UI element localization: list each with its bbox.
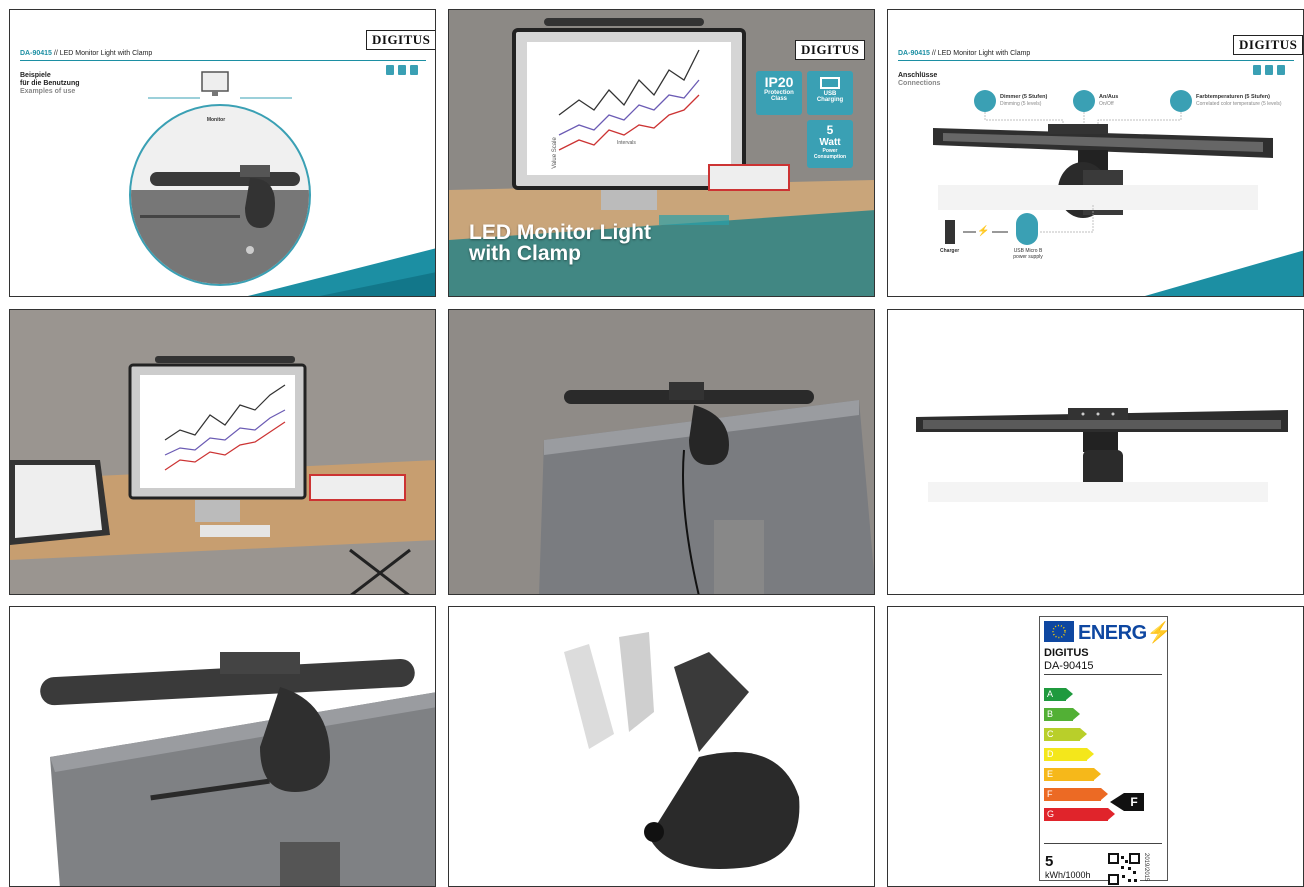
lightning-icon: ⚡ — [1146, 622, 1172, 644]
energy-class-bar: B — [1044, 708, 1073, 721]
front-view-image — [916, 408, 1288, 502]
qr-code-icon — [1108, 853, 1140, 885]
connections-panel: DIGITUS DA-90415 // LED Monitor Light wi… — [887, 9, 1304, 297]
hero-title: LED Monitor Light with Clamp — [469, 222, 651, 264]
chart-ylabel: Value Scale — [551, 137, 558, 169]
feature-line2: Charging — [816, 97, 844, 103]
energy-class-arrow — [1094, 768, 1101, 780]
usb-label-2: power supply — [1013, 254, 1043, 260]
kwh-unit: kWh/1000h — [1045, 870, 1091, 880]
desk-scene-photo — [9, 309, 436, 595]
energy-rating: F — [1124, 793, 1144, 811]
hinge-motion-photo — [448, 606, 875, 887]
feature-big: IP20 — [764, 74, 794, 90]
regulation-number: 2019/2015 — [1143, 853, 1149, 882]
ip20-feature: IP20 Protection Class — [756, 71, 802, 115]
eu-stars-icon — [1052, 624, 1066, 639]
examples-of-use-panel: DIGITUS DA-90415 // LED Monitor Light wi… — [9, 9, 436, 297]
label-divider — [1044, 843, 1162, 844]
power-feature: 5 Watt Power Consumption — [807, 120, 853, 168]
feature-line2: Class — [770, 96, 787, 102]
label-brand: DIGITUS — [1044, 647, 1089, 659]
energy-word: ENERG⚡ — [1078, 620, 1172, 645]
energy-class-arrow — [1087, 748, 1094, 760]
energy-class-arrow — [1066, 688, 1073, 700]
rear-view-photo — [448, 309, 875, 595]
monitor-label: Monitor — [206, 117, 226, 123]
energy-label: ENERG⚡ DIGITUS DA-90415 ABCDEFG F 5 kWh/… — [1039, 616, 1172, 885]
charge-bolt-icon: ⚡ — [977, 226, 990, 237]
energy-class-bar: E — [1044, 768, 1094, 781]
energy-class-bar: A — [1044, 688, 1066, 701]
energy-class-arrow — [1101, 788, 1108, 800]
usb-label: USB Micro B power supply — [1010, 248, 1046, 260]
rating-arrow — [1110, 793, 1124, 811]
hero-panel: DIGITUS Value Scale Intervals IP20 Prote… — [448, 9, 875, 297]
energy-class-arrow — [1080, 728, 1087, 740]
label-divider — [1044, 674, 1162, 675]
energy-class-bar: G — [1044, 808, 1108, 821]
battery-icon — [820, 77, 840, 89]
clamp-closeup-photo — [9, 606, 436, 887]
clamp-closeup-image — [40, 652, 435, 886]
chart-xlabel: Intervals — [617, 140, 636, 146]
energy-class-bar: C — [1044, 728, 1080, 741]
feature-unit: Watt — [819, 137, 841, 148]
digitus-logo: DIGITUS — [795, 40, 866, 60]
usb-charging-feature: USB Charging — [807, 71, 853, 115]
label-model: DA-90415 — [1044, 660, 1094, 672]
energy-word-text: ENERG — [1078, 622, 1147, 644]
feature-line2: Consumption — [813, 154, 847, 160]
energy-label-panel: ENERG⚡ DIGITUS DA-90415 ABCDEFG F 5 kWh/… — [887, 606, 1304, 887]
charger-label: Charger — [940, 248, 960, 254]
feature-big: 5 — [826, 123, 834, 137]
front-view-photo — [887, 309, 1304, 595]
hinge-motion-image — [564, 632, 800, 869]
rear-view-image — [449, 310, 874, 594]
examples-illustration — [129, 71, 435, 296]
energy-class-arrow — [1073, 708, 1080, 720]
energy-class-bar: D — [1044, 748, 1087, 761]
eu-flag-icon — [1044, 621, 1074, 642]
desk-scene-image — [10, 310, 435, 594]
title-line2: with Clamp — [469, 242, 582, 265]
energy-class-bar: F — [1044, 788, 1101, 801]
title-line1: LED Monitor Light — [469, 221, 651, 244]
kwh-value: 5 — [1045, 853, 1054, 870]
